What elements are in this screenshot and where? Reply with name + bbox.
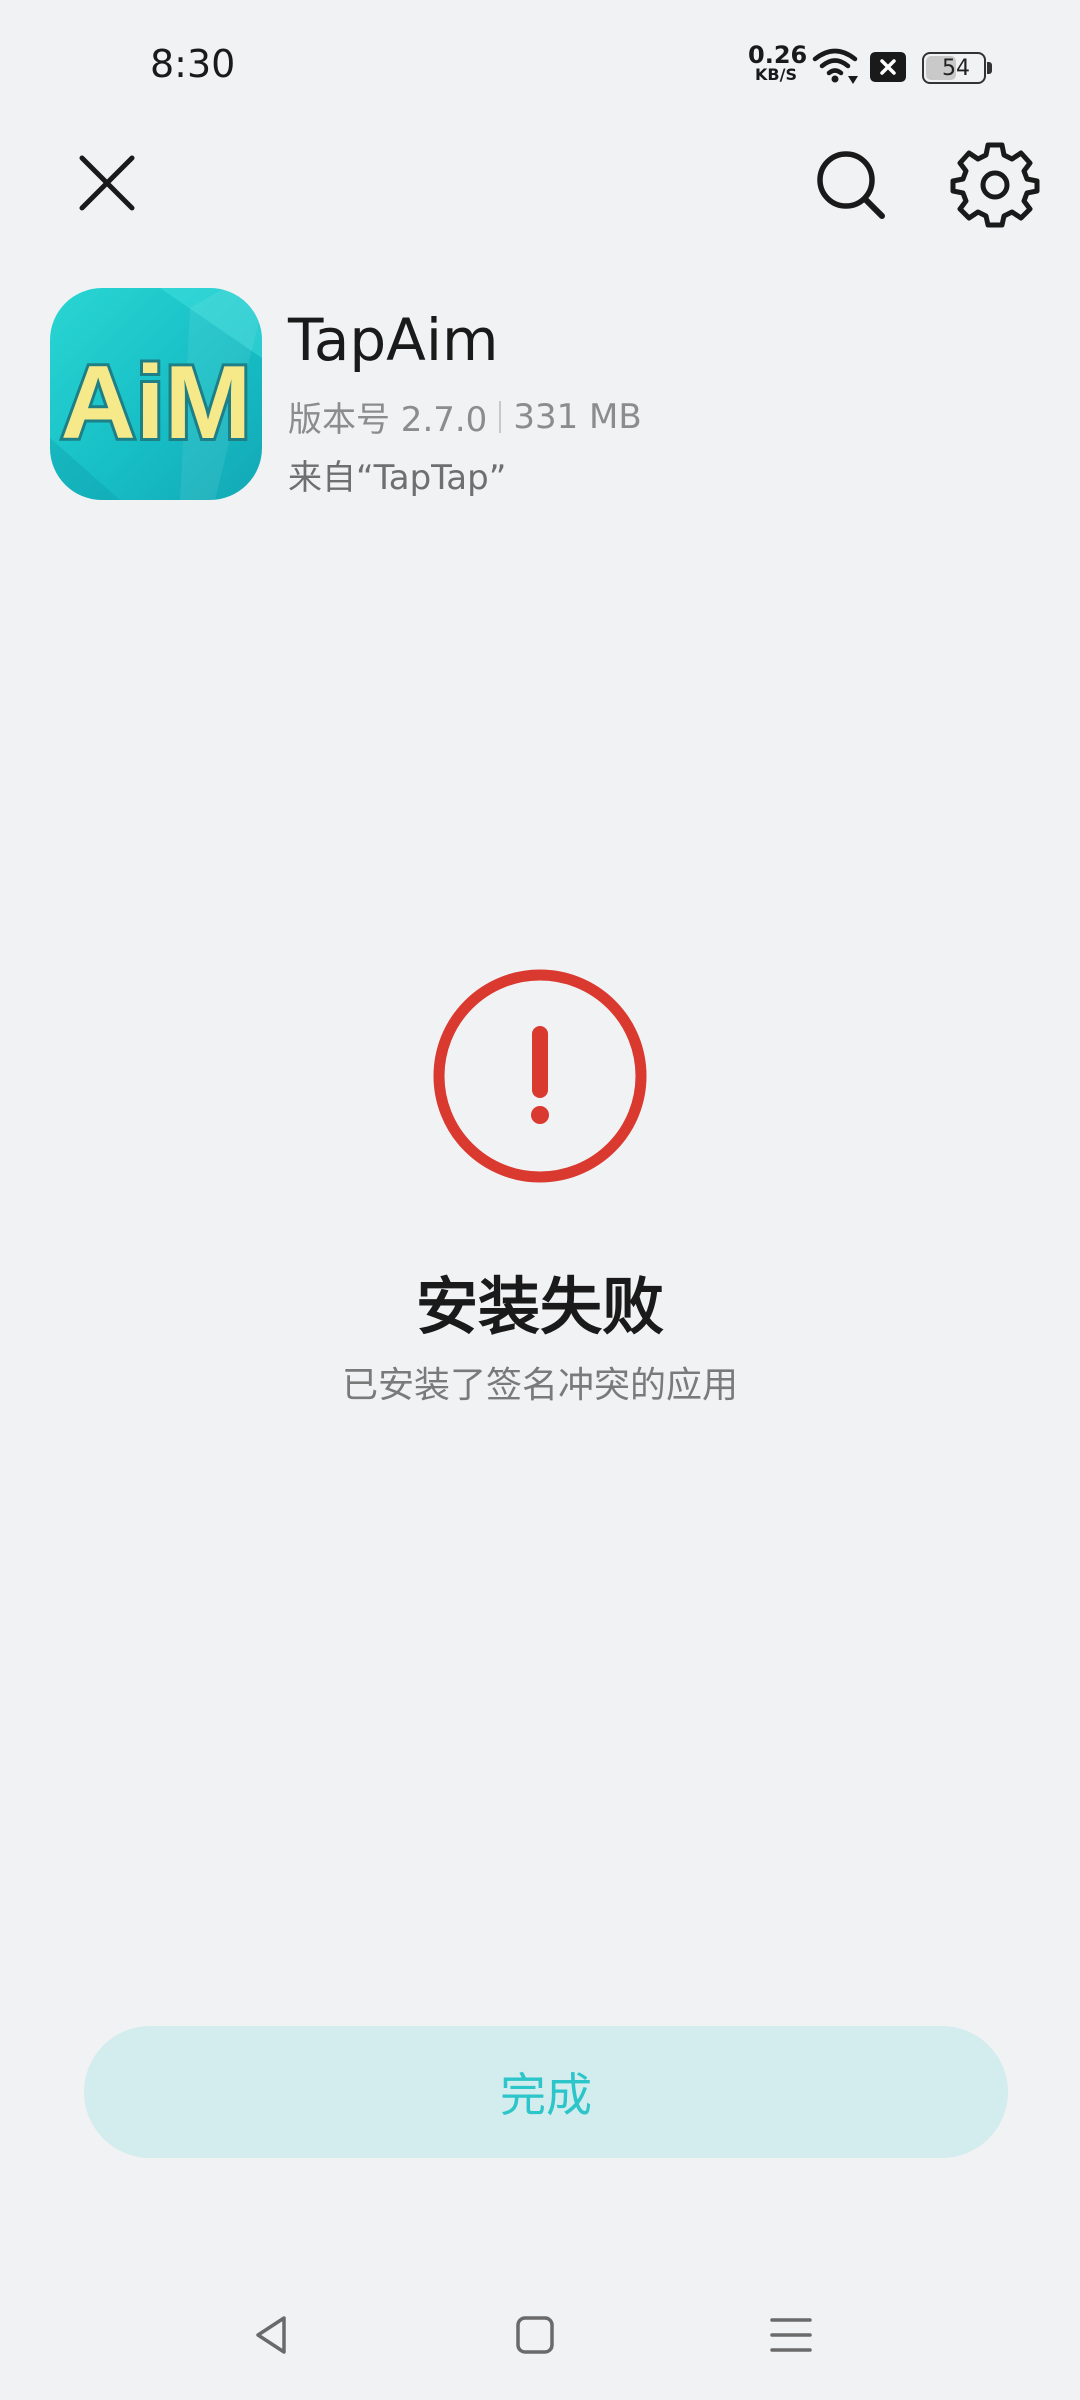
- network-speed: 0.26 KB/S: [748, 43, 807, 84]
- result-message: 已安装了签名冲突的应用: [341, 1365, 738, 1406]
- battery-body: 54: [922, 52, 986, 84]
- nav-home-button[interactable]: [510, 2310, 560, 2360]
- result-title: 安装失败: [415, 1270, 664, 1343]
- close-icon: [79, 155, 135, 211]
- app-source: 来自“TapTap”: [288, 458, 507, 498]
- nav-menu-button[interactable]: [766, 2310, 816, 2360]
- app-version: 版本号 2.7.0: [288, 400, 488, 440]
- app-meta: 版本号 2.7.0 331 MB: [288, 392, 642, 441]
- app-name: TapAim: [288, 306, 499, 374]
- wifi-icon: [812, 46, 858, 86]
- status-bar: 8:30 0.26 KB/S 54: [0, 0, 1080, 130]
- no-sim-icon: [870, 52, 906, 82]
- menu-lines-icon: [770, 2318, 812, 2352]
- installer-screen: 8:30 0.26 KB/S 54 AiM TapAim 版本号 2.7.0 3…: [0, 0, 1080, 2400]
- battery-icon: 54: [922, 52, 992, 84]
- gear-icon: [950, 142, 1040, 228]
- nav-back-button[interactable]: [248, 2310, 298, 2360]
- app-icon: AiM: [50, 288, 262, 500]
- status-time: 8:30: [150, 42, 236, 86]
- app-size: 331 MB: [513, 396, 642, 437]
- battery-level: 54: [942, 56, 970, 81]
- search-icon: [817, 151, 885, 219]
- app-icon-logo-text: AiM: [61, 345, 252, 461]
- done-button[interactable]: 完成: [84, 2026, 1008, 2158]
- back-triangle-icon: [256, 2316, 286, 2354]
- home-square-icon: [516, 2316, 554, 2354]
- close-button[interactable]: [62, 138, 152, 228]
- network-speed-unit: KB/S: [755, 65, 797, 84]
- error-icon: [430, 966, 650, 1186]
- search-button[interactable]: [806, 140, 896, 230]
- settings-button[interactable]: [950, 140, 1040, 230]
- battery-tip: [987, 62, 992, 74]
- meta-divider: [499, 400, 502, 433]
